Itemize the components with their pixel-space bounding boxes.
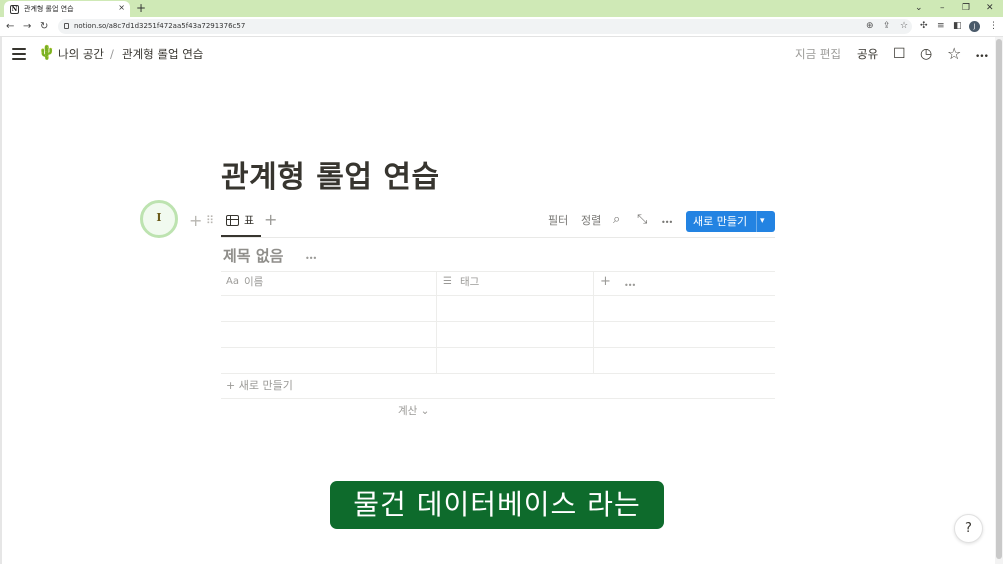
column-header-name[interactable]: 이름 — [244, 275, 263, 289]
back-icon[interactable]: ← — [6, 20, 14, 34]
scrollbar-thumb[interactable] — [996, 39, 1002, 559]
help-button[interactable]: ? — [954, 514, 983, 543]
share-button[interactable]: 공유 — [857, 47, 878, 62]
tab-search-icon[interactable]: ⌄ — [915, 1, 923, 15]
table-row[interactable] — [221, 296, 775, 321]
window-close-icon[interactable]: ✕ — [986, 1, 994, 15]
add-column-icon[interactable]: + — [600, 274, 611, 289]
comment-icon[interactable]: ☐ — [893, 45, 906, 63]
browser-tab-strip: N 관계형 롤업 연습 × + ⌄ – ❐ ✕ — [0, 0, 1003, 17]
minimize-icon[interactable]: – — [940, 1, 945, 15]
database-more-icon[interactable]: ••• — [305, 251, 317, 267]
view-tab-table[interactable]: 표 — [221, 210, 261, 237]
window-left-edge — [0, 37, 2, 564]
table-row[interactable] — [221, 348, 775, 373]
lock-icon — [64, 23, 69, 29]
view-more-icon[interactable]: ••• — [661, 215, 673, 231]
breadcrumb-page[interactable]: 관계형 롤업 연습 — [122, 47, 203, 62]
close-tab-icon[interactable]: × — [118, 3, 125, 12]
forward-icon[interactable]: → — [23, 20, 31, 34]
view-bar-divider — [221, 237, 775, 238]
table-bottom-border — [221, 398, 775, 399]
search-icon[interactable]: ⌕ — [613, 212, 620, 228]
browser-tab-title: 관계형 롤업 연습 — [24, 5, 74, 13]
database-title[interactable]: 제목 없음 — [223, 246, 283, 266]
table-row[interactable] — [221, 322, 775, 347]
table-icon — [226, 215, 239, 226]
edited-status: 지금 편집 — [795, 47, 841, 61]
expand-icon[interactable]: ⤡ — [637, 212, 647, 228]
browser-tab[interactable]: N 관계형 롤업 연습 × — [4, 1, 130, 17]
zoom-icon[interactable]: ⊕ — [866, 20, 874, 33]
table-row-border — [221, 373, 775, 374]
new-tab-button[interactable]: + — [136, 1, 146, 15]
bookmark-star-icon[interactable]: ☆ — [900, 20, 908, 33]
more-options-icon[interactable]: ••• — [975, 48, 989, 66]
drag-handle-icon[interactable]: ⠿ — [206, 213, 214, 229]
side-panel-icon[interactable]: ◧ — [953, 20, 962, 33]
media-control-icon[interactable]: ≡ — [937, 20, 945, 33]
list-property-icon: ☰ — [443, 276, 452, 287]
calculate-button[interactable]: 계산 ⌄ — [398, 404, 429, 418]
block-add-icon[interactable]: + — [189, 212, 202, 230]
new-record-label: 새로 만들기 — [693, 215, 748, 228]
history-icon[interactable]: ◷ — [920, 45, 932, 63]
browser-toolbar: ← → ↻ notion.so/a8c7d1d3251f472aa5f43a72… — [0, 17, 1003, 37]
breadcrumb-workspace[interactable]: 나의 공간 — [58, 47, 104, 62]
view-tab-label: 표 — [244, 214, 255, 227]
new-button-divider — [756, 211, 757, 232]
page-scrollbar[interactable] — [995, 37, 1003, 564]
column-more-icon[interactable]: ••• — [624, 278, 636, 293]
app-window: N 관계형 롤업 연습 × + ⌄ – ❐ ✕ ← → ↻ notion.so/… — [0, 0, 1003, 564]
text-property-icon: Aa — [226, 276, 239, 287]
video-subtitle: 물건 데이터베이스 라는 — [330, 481, 664, 529]
share-page-icon[interactable]: ⇪ — [883, 20, 891, 33]
page-title[interactable]: 관계형 롤업 연습 — [221, 158, 440, 198]
cursor-highlight: I — [140, 200, 178, 238]
browser-menu-icon[interactable]: ⋮ — [989, 20, 998, 33]
cactus-icon: 🌵 — [38, 45, 56, 61]
new-record-button[interactable]: 새로 만들기 ▾ — [686, 211, 775, 232]
sort-button[interactable]: 정렬 — [581, 214, 601, 228]
extensions-puzzle-icon[interactable]: ✣ — [920, 20, 928, 33]
breadcrumb-separator: / — [110, 47, 114, 61]
favorite-star-icon[interactable]: ☆ — [947, 45, 961, 63]
add-row-button[interactable]: + 새로 만들기 — [226, 379, 293, 393]
profile-avatar[interactable]: J — [969, 21, 980, 32]
column-header-tags[interactable]: 태그 — [460, 275, 479, 289]
filter-button[interactable]: 필터 — [548, 214, 568, 228]
reload-icon[interactable]: ↻ — [40, 20, 48, 34]
table-top-border — [221, 271, 775, 272]
subtitle-text: 물건 데이터베이스 라는 — [353, 488, 641, 521]
restore-icon[interactable]: ❐ — [962, 1, 970, 15]
notion-favicon-icon: N — [10, 4, 19, 14]
text-cursor-icon: I — [156, 211, 162, 224]
url-text: notion.so/a8c7d1d3251f472aa5f43a7291376c… — [74, 22, 246, 30]
add-view-icon[interactable]: + — [264, 211, 277, 229]
chevron-down-icon[interactable]: ▾ — [760, 214, 765, 229]
sidebar-menu-icon[interactable] — [12, 48, 26, 60]
address-bar[interactable]: notion.so/a8c7d1d3251f472aa5f43a7291376c… — [58, 19, 912, 34]
